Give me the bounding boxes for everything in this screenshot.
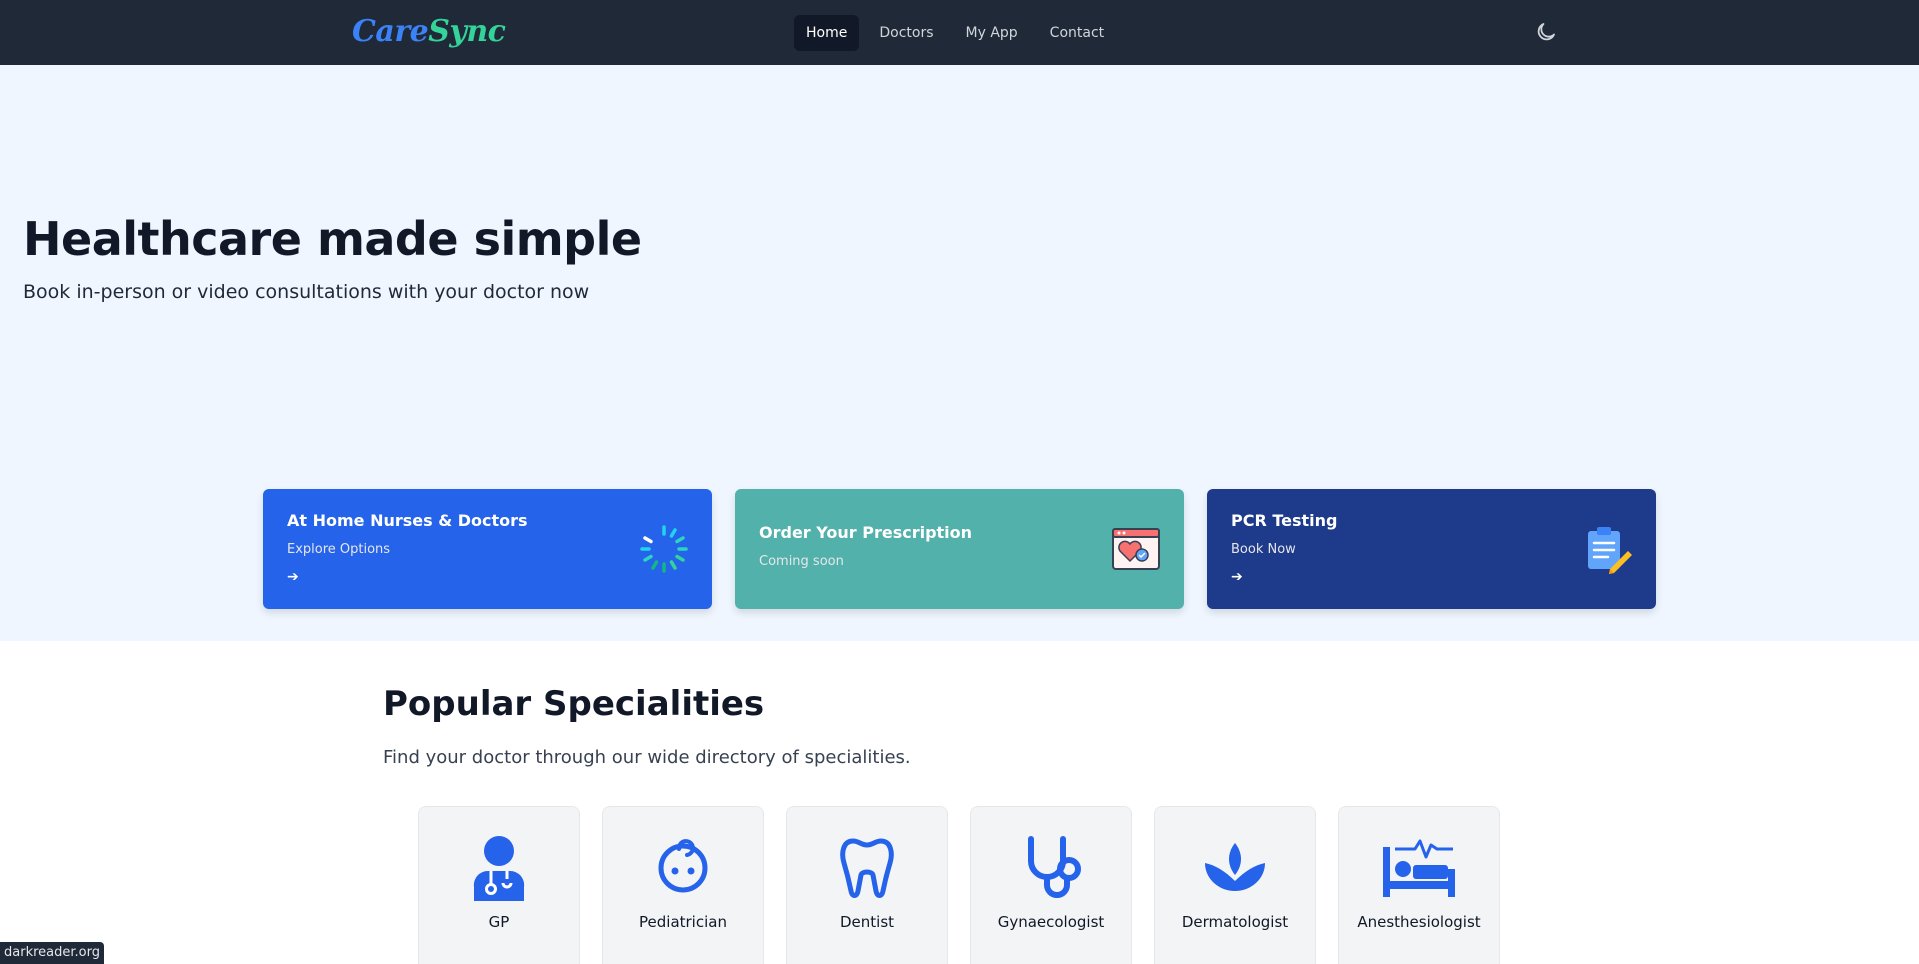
arrow-right-icon[interactable]: ➔ — [1231, 569, 1243, 585]
specialities-subtitle: Find your doctor through our wide direct… — [383, 747, 911, 768]
speciality-label: Anesthesiologist — [1357, 913, 1481, 931]
speciality-pediatrician[interactable]: Pediatrician — [602, 806, 764, 964]
prescription-heart-icon — [1112, 528, 1160, 570]
hero-subtitle: Book in-person or video consultations wi… — [23, 281, 590, 303]
card-title: Order Your Prescription — [759, 523, 973, 542]
logo[interactable]: CareSync — [352, 14, 506, 49]
nav-home[interactable]: Home — [794, 15, 860, 51]
doctor-icon — [473, 836, 525, 901]
card-order-prescription[interactable]: Order Your Prescription Coming soon — [735, 489, 1184, 609]
card-subtitle: Explore Options — [287, 542, 391, 557]
nav-contact[interactable]: Contact — [1038, 15, 1116, 51]
speciality-label: Dentist — [839, 913, 895, 931]
speciality-gp[interactable]: GP — [418, 806, 580, 964]
clipboard-pencil-icon — [1588, 527, 1632, 574]
card-pcr-testing[interactable]: PCR Testing Book Now ➔ — [1207, 489, 1656, 609]
nav-doctors[interactable]: Doctors — [867, 15, 945, 51]
stethoscope-icon — [1028, 836, 1081, 898]
card-subtitle: Book Now — [1231, 542, 1296, 557]
hospital-bed-icon — [1383, 839, 1455, 897]
arrow-right-icon[interactable]: ➔ — [287, 569, 299, 585]
speciality-gynaecologist[interactable]: Gynaecologist — [970, 806, 1132, 964]
specialities-title: Popular Specialities — [383, 684, 765, 724]
specialities-list: GP Pediatrician Dentist Gynaecologist De… — [418, 806, 1500, 964]
baby-icon — [658, 839, 708, 893]
speciality-label: Dermatologist — [1181, 913, 1289, 931]
speciality-anesthesiologist[interactable]: Anesthesiologist — [1338, 806, 1500, 964]
lotus-icon — [1205, 843, 1265, 891]
speciality-label: Gynaecologist — [997, 913, 1105, 931]
card-title: PCR Testing — [1231, 511, 1338, 530]
card-title: At Home Nurses & Doctors — [287, 511, 528, 530]
loading-spinner-icon — [640, 525, 688, 573]
logo-text-sync: Sync — [428, 14, 506, 49]
speciality-label: GP — [488, 913, 510, 931]
nav-my-app[interactable]: My App — [954, 15, 1030, 51]
speciality-dentist[interactable]: Dentist — [786, 806, 948, 964]
hero-section: Healthcare made simple Book in-person or… — [0, 65, 1919, 641]
speciality-label: Pediatrician — [639, 913, 727, 931]
tooth-icon — [840, 838, 894, 898]
card-subtitle: Coming soon — [759, 554, 844, 569]
logo-text-care: Care — [352, 14, 429, 49]
top-navbar: CareSync Home Doctors My App Contact — [0, 0, 1919, 65]
main-nav: Home Doctors My App Contact — [794, 15, 1116, 51]
speciality-dermatologist[interactable]: Dermatologist — [1154, 806, 1316, 964]
hero-title: Healthcare made simple — [23, 212, 642, 266]
card-home-nurses[interactable]: At Home Nurses & Doctors Explore Options… — [263, 489, 712, 609]
moon-icon[interactable] — [1534, 20, 1558, 44]
darkreader-badge[interactable]: darkreader.org — [0, 942, 104, 964]
